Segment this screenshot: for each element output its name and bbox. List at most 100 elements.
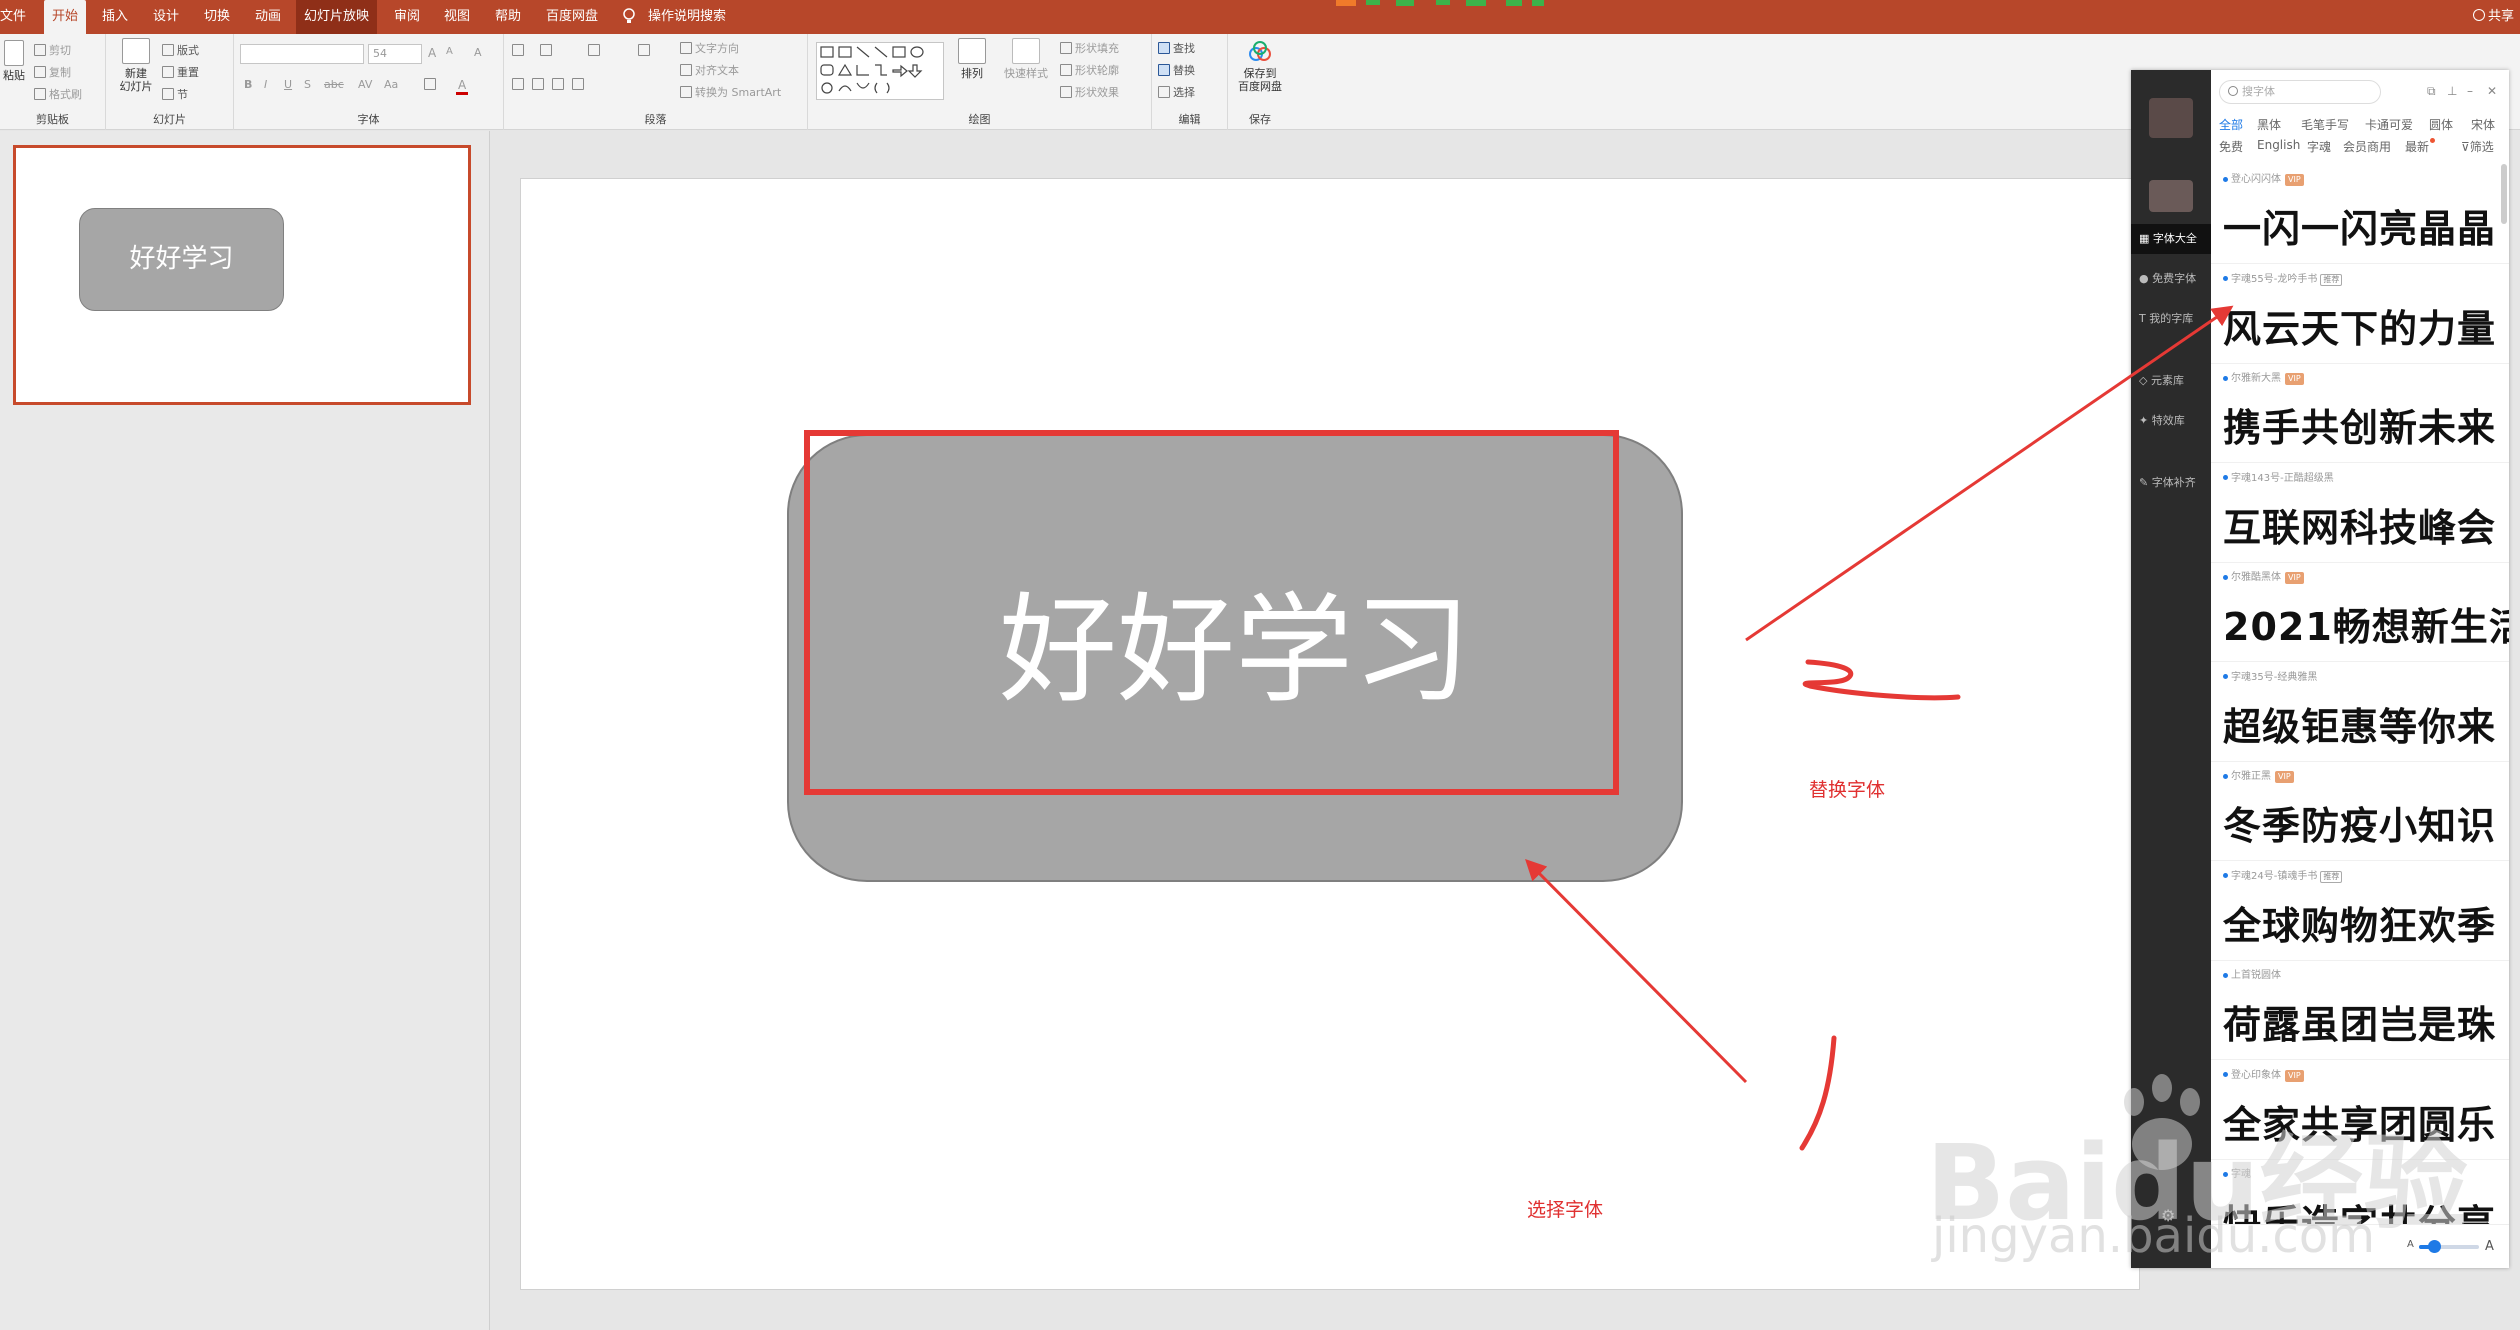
category-song[interactable]: 宋体	[2471, 116, 2495, 133]
category-hei[interactable]: 黑体	[2257, 116, 2281, 133]
category-member[interactable]: 会员商用	[2343, 138, 2391, 155]
font-sample-preview[interactable]: 荷露虽团岂是珠	[2223, 994, 2496, 1049]
quick-styles-button[interactable]: 快速样式	[998, 38, 1054, 80]
font-list-item[interactable]: 登心闪闪体 VIP 一闪一闪亮晶晶	[2211, 164, 2509, 264]
format-painter-button[interactable]: 格式刷	[34, 86, 82, 102]
font-list-scrollbar[interactable]	[2501, 164, 2507, 224]
tab-view[interactable]: 视图	[436, 0, 478, 34]
sidebar-item-font-fill[interactable]: ✎ 字体补齐	[2131, 468, 2211, 498]
underline-button[interactable]: U	[284, 78, 292, 91]
shape-effects-button[interactable]: 形状效果	[1060, 84, 1119, 100]
smartart-button[interactable]: 转换为 SmartArt	[680, 84, 781, 100]
slide-thumbnail-1[interactable]: 好好学习	[13, 145, 471, 405]
category-round[interactable]: 圆体	[2429, 116, 2453, 133]
tab-transitions[interactable]: 切换	[196, 0, 238, 34]
font-list-item[interactable]: 字魂35号-经典雅黑 超级钜惠等你来	[2211, 662, 2509, 762]
line-spacing-button[interactable]	[638, 44, 650, 56]
sidebar-item-free-fonts[interactable]: ● 免费字体	[2131, 264, 2211, 294]
strikethrough-button[interactable]: abc	[324, 78, 344, 91]
font-list-item[interactable]: 尔雅新大黑 VIP 携手共创新未来	[2211, 363, 2509, 464]
rounded-rectangle-shape[interactable]: 好好学习	[787, 434, 1683, 882]
justify-button[interactable]	[572, 78, 584, 90]
tab-review[interactable]: 审阅	[386, 0, 428, 34]
align-right-button[interactable]	[552, 78, 564, 90]
font-list-item[interactable]: 上首锐圆体 荷露虽团岂是珠	[2211, 960, 2509, 1061]
sidebar-item-my-fonts[interactable]: T 我的字库	[2131, 304, 2211, 334]
restore-icon[interactable]: ⧉	[2427, 84, 2436, 99]
font-list-item[interactable]: 尔雅酷黑体 VIP 2021畅想新生活	[2211, 562, 2509, 663]
highlight-icon[interactable]	[424, 78, 436, 90]
font-sample-preview[interactable]: 一闪一闪亮晶晶	[2223, 198, 2496, 253]
font-list-item[interactable]: 字魂55号-龙吟手书 推荐 风云天下的力量	[2211, 264, 2509, 364]
select-button[interactable]: 选择	[1158, 84, 1195, 100]
minimize-icon[interactable]: –	[2467, 84, 2473, 98]
reset-button[interactable]: 重置	[162, 64, 199, 80]
category-cartoon[interactable]: 卡通可爱	[2365, 116, 2413, 133]
bullets-button[interactable]	[512, 44, 524, 56]
category-english[interactable]: English	[2257, 138, 2300, 152]
copy-button[interactable]: 复制	[34, 64, 71, 80]
tab-help[interactable]: 帮助	[487, 0, 529, 34]
layout-button[interactable]: 版式	[162, 42, 199, 58]
close-icon[interactable]: ✕	[2487, 84, 2497, 98]
font-sample-preview[interactable]: 冬季防疫小知识	[2223, 795, 2496, 850]
pin-icon[interactable]: ⊥	[2447, 84, 2457, 98]
font-search-input[interactable]: 搜字体	[2219, 80, 2381, 104]
shape-fill-button[interactable]: 形状填充	[1060, 40, 1119, 56]
shapes-gallery[interactable]	[816, 42, 944, 100]
tab-slideshow[interactable]: 幻灯片放映	[296, 0, 378, 34]
sidebar-item-font-library[interactable]: ▦ 字体大全	[2131, 224, 2211, 254]
font-sample-preview[interactable]: 全球购物狂欢季	[2223, 895, 2496, 950]
tab-file[interactable]: 文件	[0, 0, 34, 34]
tab-animations[interactable]: 动画	[247, 0, 289, 34]
avatar[interactable]	[2149, 98, 2193, 138]
save-baidu-button[interactable]: 保存到 百度网盘	[1232, 40, 1288, 93]
tab-home[interactable]: 开始	[44, 0, 87, 34]
numbering-button[interactable]	[540, 44, 552, 56]
align-text-button[interactable]: 对齐文本	[680, 62, 739, 78]
bold-button[interactable]: B	[244, 78, 252, 91]
shrink-font-button[interactable]: A	[446, 46, 453, 57]
paste-button[interactable]: 粘贴	[0, 40, 28, 82]
new-slide-button[interactable]: 新建 幻灯片	[114, 38, 158, 93]
char-spacing-button[interactable]: AV	[358, 78, 372, 91]
category-zihun[interactable]: 字魂	[2307, 138, 2331, 155]
align-center-button[interactable]	[532, 78, 544, 90]
font-sample-preview[interactable]: 风云天下的力量	[2223, 298, 2496, 353]
sidebar-item-elements[interactable]: ◇ 元素库	[2131, 366, 2211, 396]
grow-font-button[interactable]: A	[428, 46, 436, 60]
font-sample-preview[interactable]: 超级钜惠等你来	[2223, 696, 2496, 751]
category-newest[interactable]: 最新	[2405, 138, 2436, 155]
arrange-button[interactable]: 排列	[954, 38, 990, 80]
align-left-button[interactable]	[512, 78, 524, 90]
font-list-item[interactable]: 字魂24号-镇魂手书 推荐 全球购物狂欢季	[2211, 861, 2509, 961]
tab-baidu-netdisk[interactable]: 百度网盘	[538, 0, 606, 34]
replace-button[interactable]: 替换	[1158, 62, 1195, 78]
tab-design[interactable]: 设计	[145, 0, 187, 34]
font-sample-preview[interactable]: 互联网科技峰会	[2223, 497, 2496, 552]
category-all[interactable]: 全部	[2219, 116, 2243, 133]
font-sample-preview[interactable]: 携手共创新未来	[2223, 397, 2496, 452]
filter-button[interactable]: ⊽筛选	[2461, 138, 2494, 155]
shape-text[interactable]: 好好学习	[789, 436, 1681, 880]
change-case-button[interactable]: Aa	[384, 78, 398, 91]
section-button[interactable]: 节	[162, 86, 188, 102]
clear-format-button[interactable]: A	[474, 46, 482, 59]
share-button[interactable]: 共享	[2472, 0, 2514, 34]
category-brush[interactable]: 毛笔手写	[2301, 116, 2349, 133]
cut-button[interactable]: 剪切	[34, 42, 71, 58]
shadow-button[interactable]: S	[304, 78, 311, 91]
text-direction-button[interactable]: 文字方向	[680, 40, 739, 56]
font-list-item[interactable]: 字魂143号-正酷超级黑 互联网科技峰会	[2211, 463, 2509, 563]
font-sample-preview[interactable]: 2021畅想新生活	[2223, 596, 2509, 651]
category-free[interactable]: 免费	[2219, 138, 2243, 155]
font-name-combo[interactable]	[240, 44, 364, 64]
font-color-button[interactable]: A	[456, 78, 469, 95]
italic-button[interactable]: I	[264, 78, 267, 91]
shape-outline-button[interactable]: 形状轮廓	[1060, 62, 1119, 78]
tell-me-search[interactable]: 操作说明搜索	[640, 0, 734, 34]
sidebar-item-effects[interactable]: ✦ 特效库	[2131, 406, 2211, 436]
font-size-combo[interactable]: 54	[368, 44, 422, 64]
font-list-item[interactable]: 尔雅正黑 VIP 冬季防疫小知识	[2211, 761, 2509, 862]
tab-insert[interactable]: 插入	[94, 0, 136, 34]
